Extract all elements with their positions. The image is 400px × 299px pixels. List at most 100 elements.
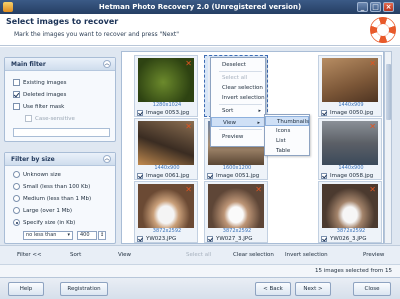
main-filter-header[interactable]: Main filter ︿: [5, 58, 115, 71]
size-medium-option[interactable]: Medium (less than 1 Mb): [13, 194, 91, 203]
unknown-radio[interactable]: [13, 171, 20, 178]
size-operator-select[interactable]: no less than ▾: [23, 231, 73, 240]
size-stepper[interactable]: ↕: [98, 231, 106, 240]
menu-separator: [219, 129, 262, 130]
image-checkbox[interactable]: [207, 173, 213, 179]
selection-count: 15 images selected from 15: [314, 268, 392, 274]
submenu-item-table[interactable]: Table: [265, 146, 309, 156]
image-card[interactable]: ✕ 1440x909 Image 0050.jpg: [318, 55, 382, 117]
select-all-button: Select all: [186, 252, 212, 258]
registration-button[interactable]: Registration: [60, 282, 108, 296]
small-radio[interactable]: [13, 183, 20, 190]
case-checkbox: [25, 115, 32, 122]
clear-selection-button[interactable]: Clear selection: [233, 252, 274, 258]
menu-item-preview[interactable]: Preview: [211, 132, 265, 142]
size-small-option[interactable]: Small (less than 100 Kb): [13, 182, 90, 191]
medium-radio[interactable]: [13, 195, 20, 202]
existing-label: Existing images: [23, 79, 67, 86]
image-dimensions: 1440x900: [154, 165, 180, 171]
size-filter-title: Filter by size: [11, 156, 55, 163]
status-bar: 15 images selected from 15: [0, 264, 400, 277]
scrollbar-thumb[interactable]: [386, 64, 391, 120]
deleted-label: Deleted images: [23, 91, 67, 98]
image-dimensions: 1440x909: [338, 102, 364, 108]
menu-separator: [219, 71, 262, 72]
image-dimensions: 3872x2592: [222, 228, 252, 234]
image-card[interactable]: ✕ 3872x2592 YW027_3.JPG: [204, 181, 268, 243]
existing-checkbox[interactable]: [13, 79, 20, 86]
image-name: YW026_3.JPG: [330, 236, 367, 242]
image-card[interactable]: ✕ 1440x900 Image 0058.jpg: [318, 118, 382, 180]
image-card[interactable]: ✕ 3872x2592 YW023.JPG: [134, 181, 198, 243]
menu-item-clear-selection[interactable]: Clear selection: [211, 83, 265, 93]
next-button[interactable]: Next >: [295, 282, 331, 296]
size-unknown-option[interactable]: Unknown size: [13, 170, 61, 179]
deleted-mark-icon: ✕: [185, 59, 192, 68]
filter-toggle-button[interactable]: Filter <<: [17, 252, 42, 258]
sort-label: Sort: [222, 108, 234, 114]
vertical-scrollbar[interactable]: [384, 51, 392, 244]
close-button[interactable]: Close: [353, 282, 391, 296]
image-name: Image 0051.jpg: [216, 173, 260, 179]
image-checkbox[interactable]: [207, 236, 213, 242]
image-checkbox[interactable]: [137, 110, 143, 116]
invert-selection-button[interactable]: Invert selection: [285, 252, 328, 258]
chevron-up-icon[interactable]: ︿: [103, 60, 111, 68]
image-checkbox[interactable]: [321, 236, 327, 242]
image-name: YW027_3.JPG: [216, 236, 253, 242]
case-sensitive-option: Case-sensitive: [25, 114, 75, 123]
image-checkbox[interactable]: [137, 173, 143, 179]
size-specify-option[interactable]: Specify size (in Kb): [13, 218, 75, 227]
mask-input[interactable]: [13, 128, 110, 137]
submenu-item-icons[interactable]: Icons: [265, 126, 309, 136]
wizard-buttons: Help Registration < Back Next > Close: [0, 277, 400, 299]
deleted-mark-icon: ✕: [255, 185, 262, 194]
image-card[interactable]: ✕ 3872x2592 YW026_3.JPG: [318, 181, 382, 243]
filter-panel: Main filter ︿ Existing images Deleted ima…: [4, 51, 116, 245]
preview-button[interactable]: Preview: [363, 252, 384, 258]
size-large-option[interactable]: Large (over 1 Mb): [13, 206, 72, 215]
deleted-checkbox[interactable]: [13, 91, 20, 98]
specify-label: Specify size (in Kb): [23, 219, 76, 226]
unknown-label: Unknown size: [23, 171, 61, 178]
size-value: 400: [80, 232, 90, 238]
deleted-mark-icon: ✕: [185, 122, 192, 131]
chevron-right-icon: ▸: [258, 108, 261, 114]
image-checkbox[interactable]: [321, 173, 327, 179]
menu-item-view[interactable]: View ▸: [211, 117, 265, 127]
deleted-images-option[interactable]: Deleted images: [13, 90, 66, 99]
back-button[interactable]: < Back: [255, 282, 291, 296]
menu-item-sort[interactable]: Sort ▸: [211, 106, 265, 116]
image-checkbox[interactable]: [321, 110, 327, 116]
window-title: Hetman Photo Recovery 2.0 (Unregistered …: [98, 3, 302, 11]
main-filter-box: Main filter ︿ Existing images Deleted ima…: [4, 57, 116, 142]
page-subtitle: Mark the images you want to recover and …: [14, 31, 179, 38]
large-radio[interactable]: [13, 207, 20, 214]
chevron-up-icon[interactable]: ︿: [103, 155, 111, 163]
help-button[interactable]: Help: [8, 282, 44, 296]
size-value-input[interactable]: 400: [77, 231, 97, 240]
image-checkbox[interactable]: [137, 236, 143, 242]
image-card[interactable]: ✕ 1440x900 Image 0061.jpg: [134, 118, 198, 180]
existing-images-option[interactable]: Existing images: [13, 78, 67, 87]
image-dimensions: 1280x1024: [152, 102, 182, 108]
size-filter-header[interactable]: Filter by size ︿: [5, 153, 115, 166]
page-title: Select images to recover: [6, 17, 119, 26]
menu-item-invert-selection[interactable]: Invert selection: [211, 93, 265, 103]
close-window-button[interactable]: ×: [383, 2, 394, 12]
image-dimensions: 3872x2592: [336, 228, 366, 234]
submenu-item-list[interactable]: List: [265, 136, 309, 146]
menu-item-select-all: Select all: [222, 75, 248, 81]
view-button[interactable]: View: [118, 252, 131, 258]
mask-checkbox[interactable]: [13, 103, 20, 110]
submenu-item-thumbnails[interactable]: Thumbnails: [265, 116, 309, 126]
image-card[interactable]: ✕ 1280x1024 Image 0053.jpg: [134, 55, 198, 117]
filter-mask-option[interactable]: Use filter mask: [13, 102, 64, 111]
menu-item-deselect[interactable]: Deselect: [211, 60, 265, 70]
chevron-right-icon: ▸: [257, 120, 260, 126]
sort-button[interactable]: Sort: [70, 252, 81, 258]
minimize-button[interactable]: _: [357, 2, 368, 12]
specify-radio[interactable]: [13, 219, 20, 226]
image-name: Image 0058.jpg: [330, 173, 374, 179]
maximize-button[interactable]: □: [370, 2, 381, 12]
